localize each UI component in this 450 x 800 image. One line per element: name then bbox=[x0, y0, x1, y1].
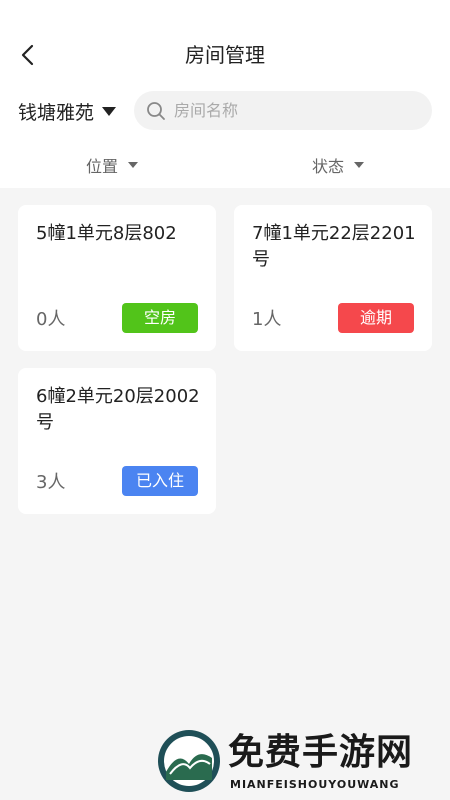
room-name: 7幢1单元22层2201号 bbox=[252, 223, 416, 270]
room-name: 6幢2单元20层2002号 bbox=[36, 386, 200, 433]
occupant-count: 3人 bbox=[36, 472, 66, 493]
status-filter[interactable]: 状态 bbox=[312, 150, 365, 180]
position-filter-label: 位置 bbox=[86, 157, 119, 176]
top-panel: 房间管理 钱塘雅苑 位置 状态 bbox=[0, 0, 450, 188]
caret-down-icon bbox=[354, 162, 365, 168]
room-card[interactable]: 7幢1单元22层2201号 1人 逾期 bbox=[234, 205, 432, 351]
watermark-logo-icon bbox=[158, 730, 220, 792]
watermark: 免费手游网 MIANFEISHOUYOUWANG bbox=[156, 728, 446, 798]
status-badge: 逾期 bbox=[338, 303, 414, 333]
room-card[interactable]: 5幢1单元8层802 0人 空房 bbox=[18, 205, 216, 351]
room-card[interactable]: 6幢2单元20层2002号 3人 已入住 bbox=[18, 368, 216, 514]
community-name: 钱塘雅苑 bbox=[18, 101, 95, 124]
search-icon bbox=[147, 101, 165, 120]
status-badge: 空房 bbox=[122, 303, 198, 333]
occupant-count: 1人 bbox=[252, 309, 282, 330]
watermark-subtitle: MIANFEISHOUYOUWANG bbox=[230, 778, 400, 791]
occupant-count: 0人 bbox=[36, 309, 66, 330]
caret-down-icon bbox=[128, 162, 139, 168]
watermark-title: 免费手游网 bbox=[228, 731, 414, 773]
position-filter[interactable]: 位置 bbox=[86, 150, 139, 180]
search-input[interactable] bbox=[174, 101, 404, 120]
room-name: 5幢1单元8层802 bbox=[36, 223, 177, 244]
caret-down-icon bbox=[102, 106, 117, 116]
status-badge: 已入住 bbox=[122, 466, 198, 496]
page-title: 房间管理 bbox=[185, 43, 265, 67]
community-dropdown[interactable]: 钱塘雅苑 bbox=[18, 96, 117, 126]
status-filter-label: 状态 bbox=[312, 157, 345, 176]
search-box[interactable] bbox=[134, 91, 432, 130]
